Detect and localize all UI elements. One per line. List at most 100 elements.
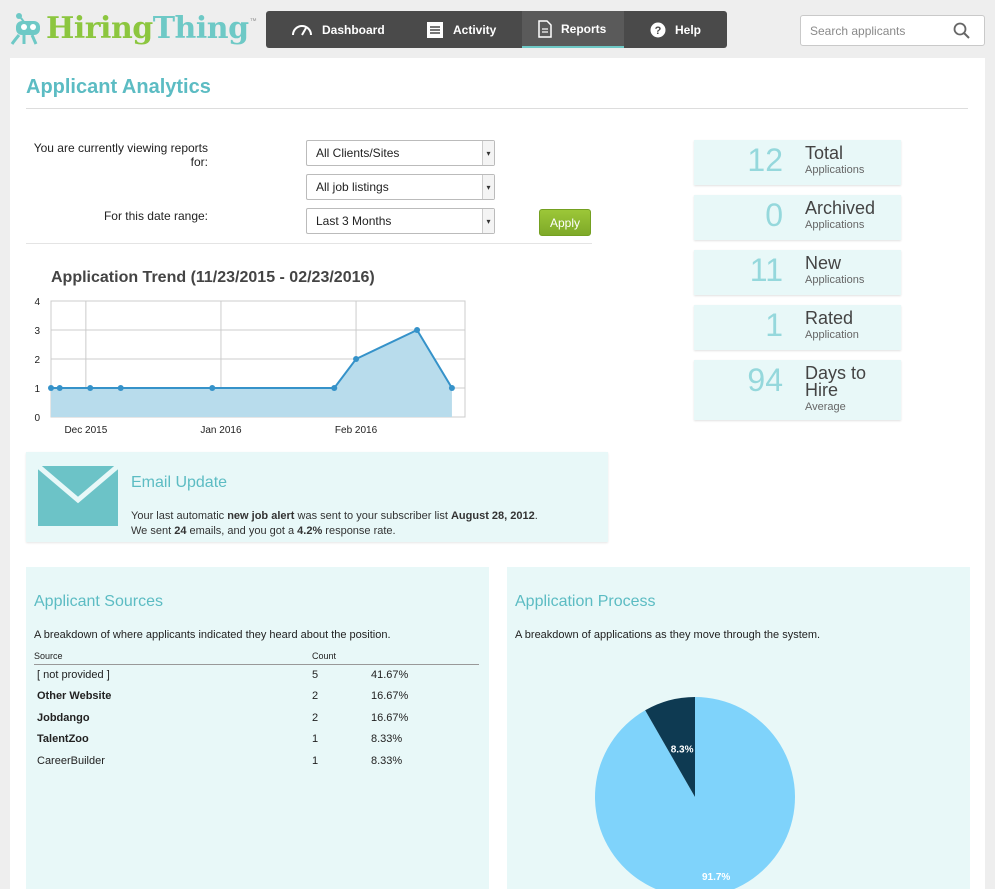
applicant-sources-desc: A breakdown of where applicants indicate…	[34, 629, 391, 641]
select-arrow-icon: ▾	[482, 141, 494, 165]
search-input[interactable]	[810, 23, 950, 38]
source-percent: 16.67%	[371, 711, 409, 724]
hiringthing-logo[interactable]: HiringThing ™	[10, 8, 257, 48]
table-row: [ not provided ] 5 41.67%	[34, 664, 479, 686]
stat-number: 0	[765, 197, 783, 233]
search-icon[interactable]	[953, 22, 971, 45]
chart-y-tick-label: 4	[34, 297, 40, 308]
source-column-header: Source	[34, 651, 312, 665]
application-process-panel: Application Process A breakdown of appli…	[507, 567, 970, 889]
chart-point	[209, 385, 216, 391]
chart-x-tick-label: Feb 2016	[335, 425, 378, 436]
speedometer-icon	[292, 24, 312, 35]
stat-number: 94	[747, 362, 783, 398]
table-header-row: Source Count	[34, 651, 479, 665]
chart-y-tick-label: 1	[34, 384, 40, 395]
trademark-mark: ™	[249, 18, 257, 25]
applicant-sources-title: Applicant Sources	[34, 593, 163, 610]
pie-slice-label: 8.3%	[671, 745, 694, 756]
chart-x-tick-label: Jan 2016	[200, 425, 242, 436]
nav-dashboard-label: Dashboard	[322, 22, 385, 37]
source-percent: 41.67%	[371, 669, 409, 681]
stat-label: Rated	[805, 308, 854, 328]
table-row: CareerBuilder 1 8.33%	[34, 750, 479, 772]
count-column-header: Count	[312, 651, 371, 665]
pie-slice-label: 91.7%	[702, 872, 730, 883]
search-box	[800, 15, 985, 46]
table-row: Other Website 2 16.67%	[34, 686, 479, 708]
nav-reports-label: Reports	[561, 21, 607, 36]
stat-label: New	[805, 253, 842, 273]
nav-reports[interactable]: Reports	[522, 11, 624, 48]
table-row: Jobdango 2 16.67%	[34, 707, 479, 729]
list-icon	[427, 21, 443, 38]
main-panel: Applicant Analytics You are currently vi…	[10, 58, 985, 889]
applicant-sources-panel: Applicant Sources A breakdown of where a…	[26, 567, 489, 889]
svg-text:?: ?	[655, 25, 662, 37]
stat-number: 12	[747, 142, 783, 178]
source-name: Jobdango	[37, 711, 90, 724]
nav-help[interactable]: ? Help	[650, 11, 701, 48]
source-count: 2	[312, 690, 319, 703]
stat-sublabel: Applications	[805, 274, 865, 286]
chart-point	[87, 385, 94, 391]
stat-label: Archived	[805, 198, 876, 218]
table-row: TalentZoo 1 8.33%	[34, 729, 479, 751]
source-name: Other Website	[37, 690, 112, 703]
stat-card: 12 Total Applications	[694, 140, 901, 185]
stat-card: 11 New Applications	[694, 250, 901, 295]
robot-mascot-icon	[10, 11, 44, 45]
percent-column-header	[371, 651, 479, 665]
chart-point	[331, 385, 338, 391]
stat-card: 0 Archived Applications	[694, 195, 901, 240]
chart-point	[56, 385, 63, 391]
envelope-icon	[38, 466, 118, 526]
stat-sublabel: Applications	[805, 219, 865, 231]
chart-x-tick-label: Dec 2015	[64, 425, 107, 436]
source-percent: 8.33%	[371, 754, 403, 767]
question-icon: ?	[650, 22, 666, 37]
source-name: [ not provided ]	[37, 669, 110, 681]
source-count: 1	[312, 733, 319, 746]
source-name: TalentZoo	[37, 733, 89, 746]
email-update-title: Email Update	[131, 474, 228, 491]
chart-y-tick-label: 0	[34, 413, 40, 424]
email-update-card: Email Update Your last automatic new job…	[26, 452, 608, 542]
select-arrow-icon: ▾	[482, 175, 494, 199]
stat-card: 1 Rated Application	[694, 305, 901, 350]
sources-table: Source Count [ not provided ] 5 41.67% Othe…	[34, 651, 479, 772]
stat-label: Total	[805, 143, 844, 163]
chart-point	[448, 385, 455, 391]
stat-sublabel: Application	[805, 329, 859, 341]
source-count: 2	[312, 711, 319, 724]
document-icon	[538, 19, 552, 38]
application-trend-chart: Dec 2015 Jan 2016 Feb 2016 0 1 2 3 4	[34, 297, 466, 436]
source-count: 1	[312, 754, 319, 767]
stat-sublabel: Applications	[805, 164, 865, 176]
main-nav: Dashboard Activity Reports ? Help	[266, 11, 727, 48]
source-count: 5	[312, 669, 319, 681]
stat-number: 1	[765, 307, 783, 343]
source-name: CareerBuilder	[37, 754, 105, 767]
email-update-text: Your last automatic new job alert was se…	[131, 510, 538, 537]
logo-wordmark: HiringThing	[46, 10, 249, 46]
chart-point	[414, 327, 421, 333]
stat-number: 11	[749, 252, 783, 288]
select-arrow-icon: ▾	[482, 209, 494, 233]
chart-point	[48, 385, 54, 391]
nav-activity-label: Activity	[453, 22, 497, 37]
chart-point	[353, 356, 360, 362]
nav-activity[interactable]: Activity	[426, 11, 496, 48]
stat-sublabel: Average	[805, 401, 846, 413]
chart-y-tick-label: 3	[34, 326, 40, 337]
source-percent: 16.67%	[371, 690, 409, 703]
nav-help-label: Help	[675, 22, 702, 37]
stat-label: Days to Hire	[805, 363, 867, 400]
stat-card: 94 Days to Hire Average	[694, 360, 901, 420]
application-process-pie: 91.7% 8.3%	[595, 697, 795, 889]
chart-point	[117, 385, 124, 391]
chart-y-tick-label: 2	[34, 355, 40, 366]
source-percent: 8.33%	[371, 733, 403, 746]
apply-button[interactable]: Apply	[539, 209, 591, 236]
nav-dashboard[interactable]: Dashboard	[291, 11, 385, 48]
